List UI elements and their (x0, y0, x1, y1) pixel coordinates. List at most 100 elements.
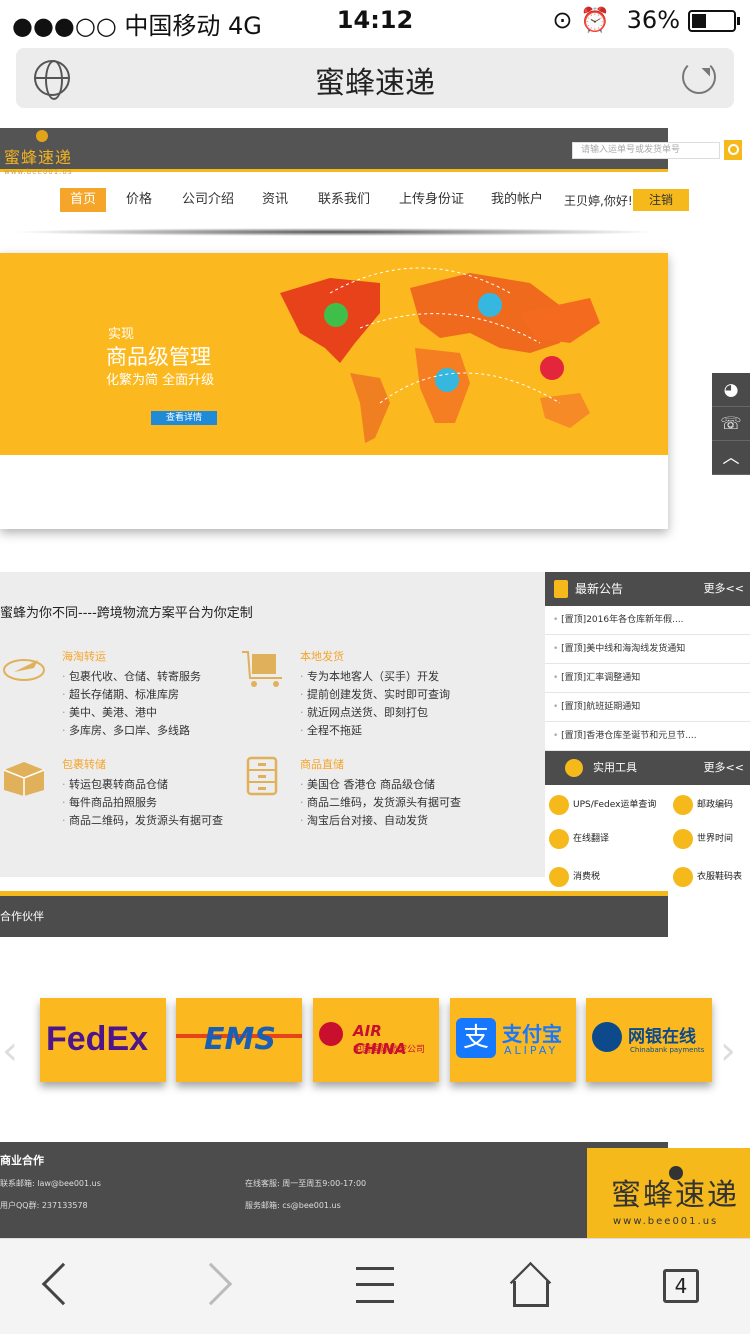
news-list: [置顶]2016年各仓库新年假.... [置顶]美中线和海淘线发货通知 [置顶]… (545, 606, 750, 751)
status-bar: ●●●○○ 中国移动 4G 14:12 ⊙ ⏰ 36% (0, 0, 750, 40)
feature-item: 多库房、多口岸、多线路 (62, 722, 201, 740)
nav-about[interactable]: 公司介绍 (182, 188, 234, 212)
home-icon[interactable] (513, 1281, 549, 1307)
nav-divider (10, 228, 660, 236)
nav-price[interactable]: 价格 (126, 188, 152, 212)
tool-world-time[interactable]: 世界时间 (673, 827, 733, 851)
feature-list: 转运包裹转商品仓储 每件商品拍照服务 商品二维码，发货源头有据可查 (62, 776, 223, 830)
footer-logo-text: 蜜蜂速递 (611, 1178, 739, 1213)
news-item[interactable]: [置顶]美中线和海淘线发货通知 (545, 635, 750, 664)
plane-icon-blue-2 (435, 368, 459, 392)
news-item[interactable]: [置顶]2016年各仓库新年假.... (545, 606, 750, 635)
feature-item: 全程不拖延 (300, 722, 450, 740)
site-logo[interactable]: 蜜蜂速递 www.bee001.us (4, 130, 84, 176)
tracking-search-input[interactable]: 请输入运单号或发货单号 (572, 142, 720, 159)
carousel-prev-icon[interactable]: ‹ (2, 1028, 18, 1074)
size-chart-icon (673, 866, 693, 887)
feature-heading: 本地发货 (300, 650, 344, 663)
reload-icon[interactable] (682, 60, 716, 94)
tool-tax[interactable]: 消费税 (549, 865, 600, 889)
feature-item: 转运包裹转商品仓储 (62, 776, 223, 794)
user-greeting: 王贝婷,你好! (564, 194, 633, 208)
tool-size-chart[interactable]: 衣服鞋码表 (673, 865, 742, 889)
tool-label: 衣服鞋码表 (697, 872, 743, 882)
tool-label: 邮政编码 (697, 800, 734, 810)
news-item[interactable]: [置顶]汇率调整通知 (545, 664, 750, 693)
phone-icon[interactable]: ☏ (712, 407, 750, 441)
news-item[interactable]: [置顶]航班延期通知 (545, 693, 750, 722)
nav-home[interactable]: 首页 (60, 188, 107, 212)
footer-logo: 蜜蜂速递 www.bee001.us (587, 1148, 750, 1238)
feature-item: 提前创建发货、实时即可查询 (300, 686, 450, 704)
banner-eyebrow: 实现 (108, 327, 135, 342)
partners-header: 合作伙伴 (0, 891, 668, 937)
partner-name: 支付宝 (502, 1022, 562, 1046)
dollar-icon (549, 866, 569, 887)
footer-title: 商业合作 (0, 1154, 44, 1167)
battery-fill (692, 14, 707, 28)
translate-icon (549, 828, 569, 849)
carousel-next-icon[interactable]: › (720, 1028, 736, 1074)
news-item[interactable]: [置顶]香港仓库圣诞节和元旦节.... (545, 722, 750, 751)
service-hours: 在线客服: 周一至周五9:00-17:00 (245, 1179, 367, 1188)
feature-list: 包裹代收、仓储、转寄服务 超长存储期、标准库房 美中、美港、港中 多库房、多口岸… (62, 668, 201, 740)
tool-label: 在线翻译 (573, 834, 610, 844)
nav-news[interactable]: 资讯 (262, 188, 288, 212)
menu-icon[interactable] (356, 1267, 394, 1303)
feature-item: 每件商品拍照服务 (62, 794, 223, 812)
forward-icon[interactable] (189, 1262, 233, 1306)
nav-contact[interactable]: 联系我们 (318, 188, 370, 212)
partner-subname: 中国国际航空公司 (353, 1045, 426, 1055)
mail-icon (673, 794, 693, 815)
logo-text: 蜜蜂速递 (4, 148, 73, 167)
banner-details-button[interactable]: 查看详情 (151, 411, 217, 425)
feature-item: 专为本地客人（买手）开发 (300, 668, 450, 686)
battery-icon (688, 10, 740, 32)
partner-logo-ems[interactable]: EMS (176, 998, 302, 1082)
banner-subtitle: 化繁为简 全面升级 (106, 373, 215, 388)
tools-title: 实用工具 (593, 761, 637, 774)
qq-group: 用户QQ群: 237133578 (0, 1201, 88, 1210)
partner-logo-alipay[interactable]: 支 支付宝 ALIPAY (450, 998, 576, 1082)
address-bar[interactable]: 蜜蜂速递 (16, 48, 734, 108)
service-email[interactable]: 服务邮箱: cs@bee001.us (245, 1200, 341, 1211)
alipay-icon: 支 (456, 1018, 496, 1058)
page-title[interactable]: 蜜蜂速递 (16, 58, 734, 102)
partner-name: 网银在线 (628, 1027, 696, 1047)
logout-button[interactable]: 注销 (633, 189, 689, 211)
package-icon (3, 762, 45, 796)
banner-headline: 商品级管理 (106, 345, 211, 369)
cart-box-icon (242, 651, 282, 687)
tool-postcode[interactable]: 邮政编码 (673, 793, 733, 817)
lock-alarm-icon: ⊙ ⏰ (552, 6, 610, 34)
footer-logo-url: www.bee001.us (613, 1216, 719, 1227)
notice-icon (554, 580, 568, 598)
feature-item: 包裹代收、仓储、转寄服务 (62, 668, 201, 686)
feature-item: 美中、美港、港中 (62, 704, 201, 722)
back-to-top-icon[interactable]: ︿ (712, 441, 750, 475)
partner-logo-air-china[interactable]: AIR CHINA 中国国际航空公司 (313, 998, 439, 1082)
partner-logo-chinabank[interactable]: 网银在线 Chinabank payments (586, 998, 712, 1082)
feature-list: 美国仓 香港仓 商品级仓储 商品二维码，发货源头有据可查 淘宝后台对接、自动发货 (300, 776, 461, 830)
feature-heading: 包裹转储 (62, 758, 106, 771)
qq-icon[interactable]: ◕ (712, 373, 750, 407)
nav-account[interactable]: 我的帐户 (491, 188, 543, 212)
news-more-link[interactable]: 更多<< (704, 572, 744, 606)
banner-image: 实现 商品级管理 化繁为简 全面升级 查看详情 (0, 253, 668, 455)
tool-tracking[interactable]: UPS/Fedex运单查询 (549, 793, 656, 817)
feature-item: 商品二维码，发货源头有据可查 (62, 812, 223, 830)
feature-item: 美国仓 香港仓 商品级仓储 (300, 776, 461, 794)
cabinet-icon (246, 756, 278, 796)
hero-banner: 实现 商品级管理 化繁为简 全面升级 查看详情 (0, 253, 668, 529)
search-icon[interactable] (724, 140, 742, 160)
battery-percent: 36% (626, 6, 680, 34)
site-header: 蜜蜂速递 www.bee001.us (0, 128, 668, 176)
back-icon[interactable] (41, 1262, 85, 1306)
tools-more-link[interactable]: 更多<< (704, 751, 744, 785)
tabs-button[interactable]: 4 (663, 1269, 699, 1303)
magnifier-icon (549, 794, 569, 815)
partner-logo-fedex[interactable]: FedEx (40, 998, 166, 1082)
tool-translate[interactable]: 在线翻译 (549, 827, 609, 851)
nav-upload-id[interactable]: 上传身份证 (399, 188, 464, 212)
contact-email[interactable]: 联系邮箱: law@bee001.us (0, 1178, 101, 1189)
